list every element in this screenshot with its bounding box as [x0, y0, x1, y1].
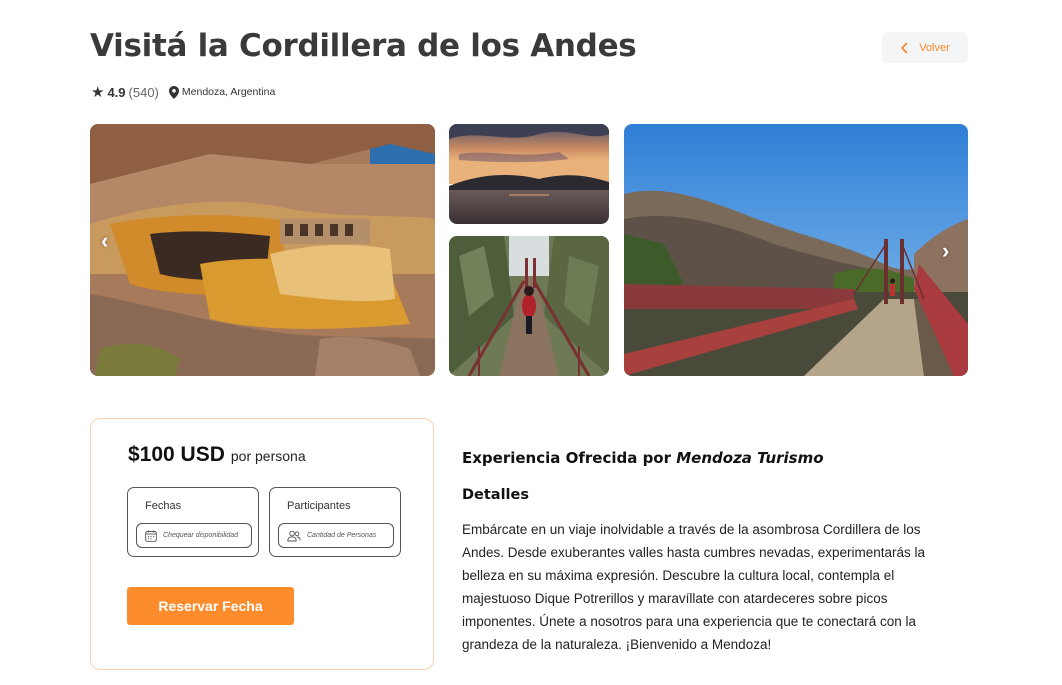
dates-input[interactable]: Chequear disponibilidad: [136, 523, 252, 548]
location-pin-icon: [168, 85, 179, 99]
offered-prefix: Experiencia Ofrecida por: [462, 449, 672, 467]
gallery-photo-bridge-walk[interactable]: [449, 236, 609, 376]
back-button-label: Volver: [919, 41, 950, 54]
gallery-next-button[interactable]: ›: [942, 238, 949, 264]
star-icon: ★: [91, 84, 105, 101]
details-heading: Detalles: [462, 487, 529, 503]
reserve-button[interactable]: Reservar Fecha: [127, 587, 294, 625]
listing-meta: ★ 4.9 (540) Mendoza, Argentina: [91, 83, 275, 101]
review-count: (540): [128, 84, 159, 100]
gallery-prev-button[interactable]: ‹: [101, 228, 108, 254]
location-text: Mendoza, Argentina: [181, 86, 276, 98]
dates-label: Fechas: [145, 500, 182, 512]
offered-company[interactable]: Mendoza Turismo: [676, 449, 823, 467]
people-icon: [287, 530, 301, 541]
gallery-photo-mountain-bridge[interactable]: [624, 124, 968, 376]
participants-field: Participantes Cantidad de Personas: [269, 487, 401, 557]
dates-placeholder: Chequear disponibilidad: [163, 532, 239, 539]
chevron-left-icon: [901, 41, 908, 54]
booking-card: $100 USD por persona Fechas Chequear dis…: [90, 418, 434, 670]
gallery-photo-main[interactable]: [90, 124, 435, 376]
rating-value: 4.9: [107, 84, 126, 100]
participants-label: Participantes: [287, 500, 351, 512]
description-text: Embárcate en un viaje inolvidable a trav…: [462, 522, 926, 652]
gallery-photo-sunset[interactable]: [449, 124, 609, 224]
page-title: Visitá la Cordillera de los Andes: [90, 28, 637, 64]
participants-input[interactable]: Cantidad de Personas: [278, 523, 394, 548]
price-unit: por persona: [230, 448, 306, 464]
back-button[interactable]: Volver: [882, 32, 968, 63]
dates-field: Fechas Chequear disponibilidad: [127, 487, 259, 557]
offered-by: Experiencia Ofrecida por Mendoza Turismo: [462, 449, 824, 467]
price-amount: $100 USD: [128, 443, 225, 466]
calendar-icon: [145, 530, 157, 542]
participants-placeholder: Cantidad de Personas: [307, 532, 377, 539]
price: $100 USD por persona: [128, 443, 306, 467]
